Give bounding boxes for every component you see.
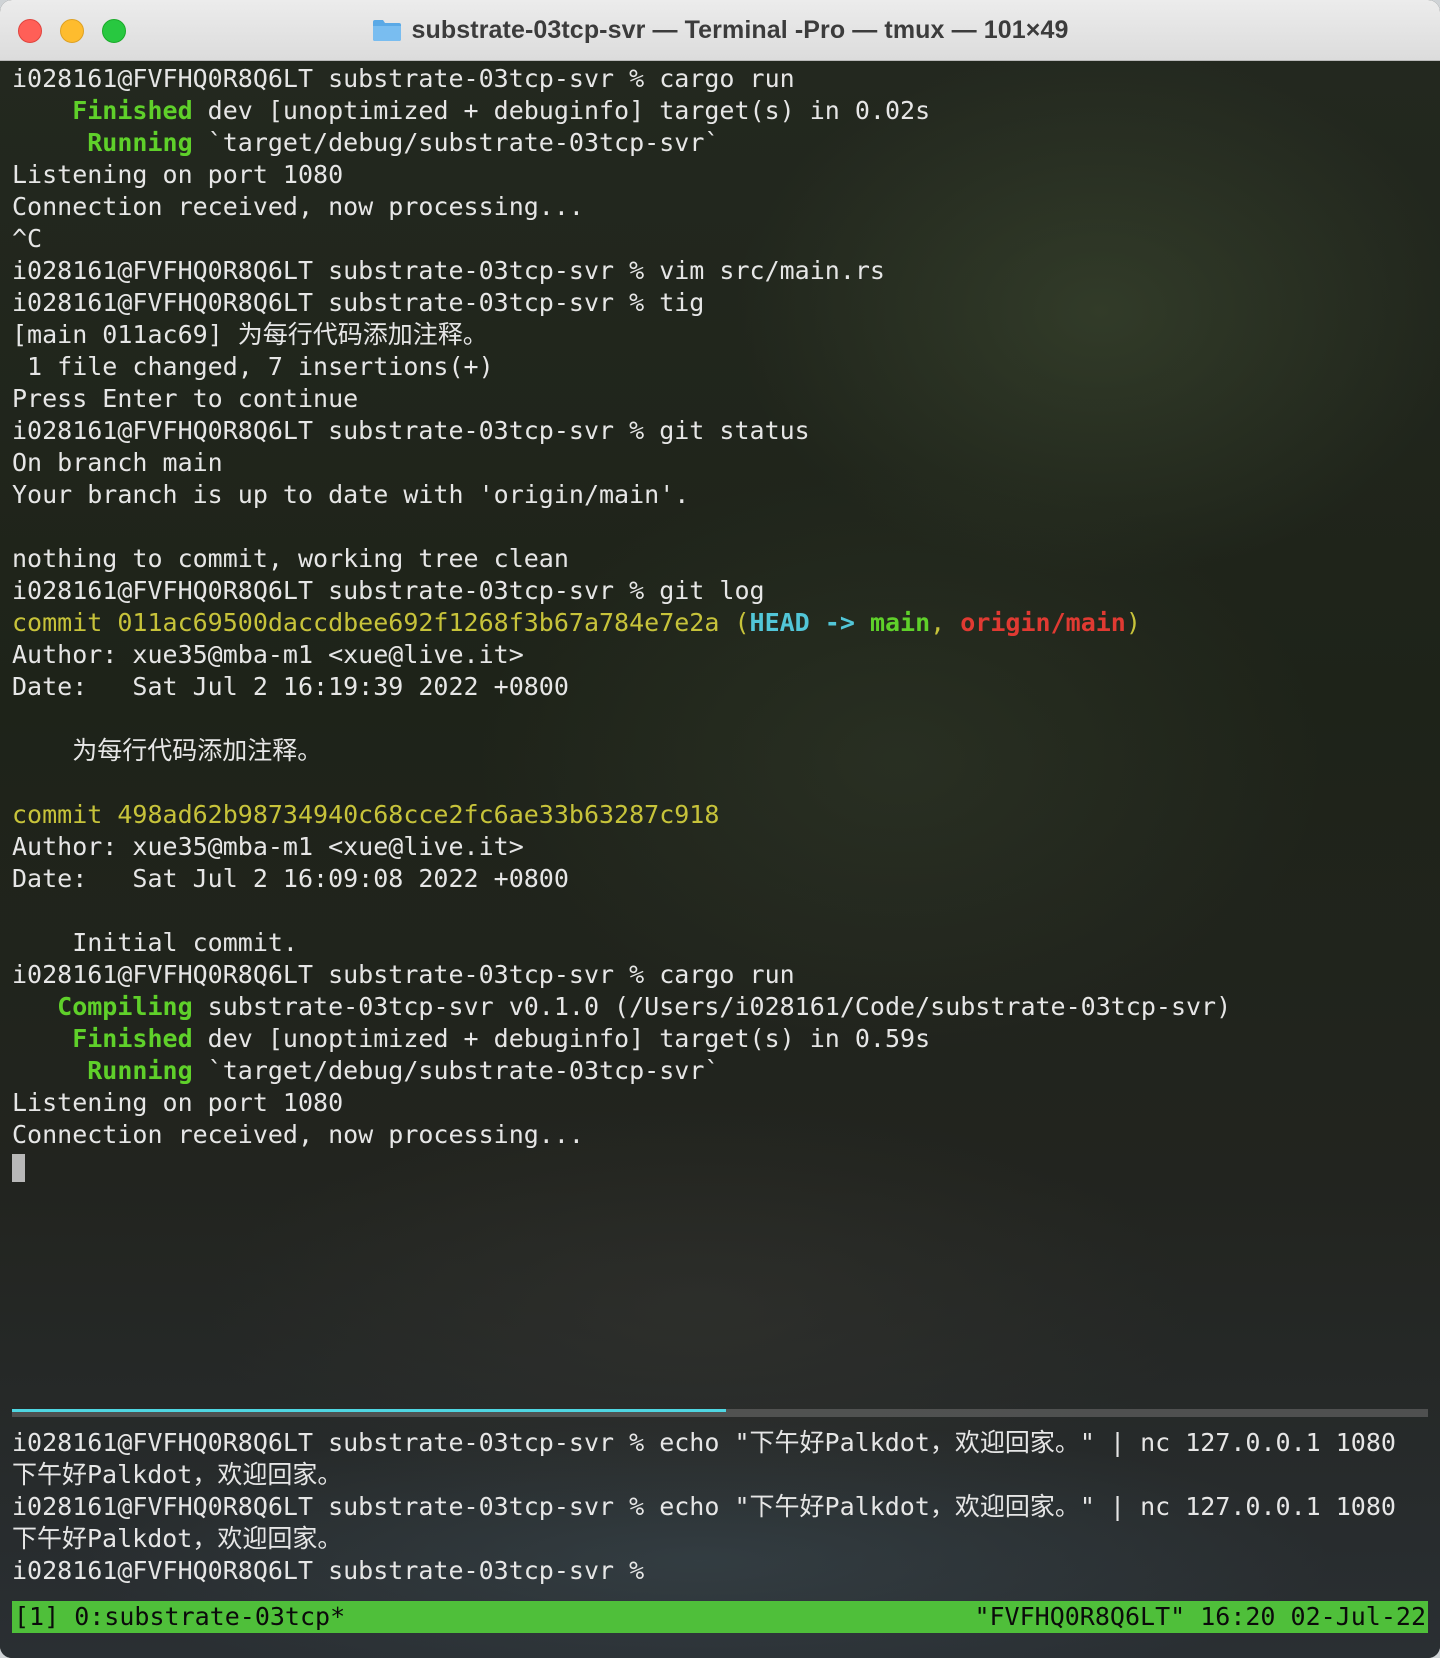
terminal-line: Compiling substrate-03tcp-svr v0.1.0 (/U… (12, 991, 1428, 1023)
terminal-window: substrate-03tcp-svr — Terminal -Pro — tm… (0, 0, 1440, 1658)
terminal-line: i028161@FVFHQ0R8Q6LT substrate-03tcp-svr… (12, 1492, 1396, 1521)
terminal-line: Author: xue35@mba-m1 <xue@live.it> (12, 640, 524, 669)
terminal-line: Date: Sat Jul 2 16:19:39 2022 +0800 (12, 672, 569, 701)
terminal-cursor-line (12, 1151, 1428, 1183)
cargo-status-keyword: Finished (12, 1024, 193, 1053)
tmux-status-bar: [1] 0:substrate-03tcp* "FVFHQ0R8Q6LT" 16… (12, 1601, 1428, 1633)
remote-ref: origin/main (960, 608, 1126, 637)
terminal-line: Finished dev [unoptimized + debuginfo] t… (12, 1023, 1428, 1055)
terminal-line: [main 011ac69] 为每行代码添加注释。 (12, 320, 488, 349)
title-wrap: substrate-03tcp-svr — Terminal -Pro — tm… (372, 16, 1069, 45)
terminal-line: 下午好Palkdot，欢迎回家。 (12, 1460, 343, 1489)
cargo-status-keyword: Running (12, 1056, 193, 1085)
terminal-line: Initial commit. (12, 928, 298, 957)
terminal-line: Connection received, now processing... (12, 192, 584, 221)
head-ref: HEAD -> (749, 608, 870, 637)
terminal-line: Listening on port 1080 (12, 160, 344, 189)
tmux-window-list[interactable]: [1] 0:substrate-03tcp* (12, 1601, 347, 1633)
active-pane-indicator (12, 1409, 726, 1412)
cargo-status-keyword: Running (12, 128, 193, 157)
commit-hash: commit 498ad62b98734940c68cce2fc6ae33b63… (12, 800, 720, 829)
terminal-line: Press Enter to continue (12, 384, 359, 413)
title-bar[interactable]: substrate-03tcp-svr — Terminal -Pro — tm… (0, 0, 1440, 61)
terminal-line: i028161@FVFHQ0R8Q6LT substrate-03tcp-svr… (12, 256, 885, 285)
cargo-status-keyword: Compiling (12, 992, 193, 1021)
terminal-line: commit 011ac69500daccdbee692f1268f3b67a7… (12, 607, 1428, 639)
terminal-line: i028161@FVFHQ0R8Q6LT substrate-03tcp-svr… (12, 288, 705, 317)
terminal-line: On branch main (12, 448, 223, 477)
terminal-line: Author: xue35@mba-m1 <xue@live.it> (12, 832, 524, 861)
terminal-line: 为每行代码添加注释。 (12, 736, 323, 765)
terminal-line: ^C (12, 224, 43, 253)
terminal-cursor (12, 1154, 25, 1182)
folder-icon (372, 18, 402, 42)
terminal-line: i028161@FVFHQ0R8Q6LT substrate-03tcp-svr… (12, 416, 810, 445)
window-title: substrate-03tcp-svr — Terminal -Pro — tm… (411, 15, 1069, 44)
terminal-line: Running `target/debug/substrate-03tcp-sv… (12, 127, 1428, 159)
terminal-line: nothing to commit, working tree clean (12, 544, 569, 573)
cargo-status-text: `target/debug/substrate-03tcp-svr` (192, 128, 720, 157)
terminal-line: 1 file changed, 7 insertions(+) (12, 352, 494, 381)
terminal-line: commit 498ad62b98734940c68cce2fc6ae33b63… (12, 799, 1428, 831)
cargo-status-text: substrate-03tcp-svr v0.1.0 (/Users/i0281… (192, 992, 1232, 1021)
terminal-line: i028161@FVFHQ0R8Q6LT substrate-03tcp-svr… (12, 576, 765, 605)
terminal-line: i028161@FVFHQ0R8Q6LT substrate-03tcp-svr… (12, 1428, 1396, 1457)
commit-hash: commit 011ac69500daccdbee692f1268f3b67a7… (12, 608, 720, 637)
ref-paren: ) (1125, 608, 1141, 637)
cargo-status-keyword: Finished (12, 96, 193, 125)
terminal-line: Connection received, now processing... (12, 1120, 584, 1149)
terminal-line: Finished dev [unoptimized + debuginfo] t… (12, 95, 1428, 127)
terminal-line: Date: Sat Jul 2 16:09:08 2022 +0800 (12, 864, 569, 893)
tmux-status-right: "FVFHQ0R8Q6LT" 16:20 02-Jul-22 (974, 1602, 1426, 1631)
minimize-window-button[interactable] (60, 19, 84, 43)
tmux-pane-top[interactable]: i028161@FVFHQ0R8Q6LT substrate-03tcp-svr… (12, 63, 1428, 1183)
terminal-line: i028161@FVFHQ0R8Q6LT substrate-03tcp-svr… (12, 960, 795, 989)
terminal-line: Listening on port 1080 (12, 1088, 344, 1117)
ref-separator: , (930, 608, 961, 637)
terminal-content[interactable]: i028161@FVFHQ0R8Q6LT substrate-03tcp-svr… (0, 61, 1440, 1658)
terminal-line: i028161@FVFHQ0R8Q6LT substrate-03tcp-svr… (12, 1556, 645, 1585)
terminal-line: 下午好Palkdot，欢迎回家。 (12, 1524, 343, 1553)
cargo-status-text: `target/debug/substrate-03tcp-svr` (192, 1056, 720, 1085)
zoom-window-button[interactable] (102, 19, 126, 43)
branch-ref: main (869, 608, 931, 637)
cargo-status-text: dev [unoptimized + debuginfo] target(s) … (192, 96, 931, 125)
cargo-status-text: dev [unoptimized + debuginfo] target(s) … (192, 1024, 931, 1053)
close-window-button[interactable] (18, 19, 42, 43)
tmux-pane-bottom[interactable]: i028161@FVFHQ0R8Q6LT substrate-03tcp-svr… (12, 1427, 1428, 1587)
ref-paren: ( (719, 608, 750, 637)
terminal-line: Your branch is up to date with 'origin/m… (12, 480, 690, 509)
window-controls (18, 19, 126, 43)
terminal-line: i028161@FVFHQ0R8Q6LT substrate-03tcp-svr… (12, 64, 795, 93)
terminal-line: Running `target/debug/substrate-03tcp-sv… (12, 1055, 1428, 1087)
